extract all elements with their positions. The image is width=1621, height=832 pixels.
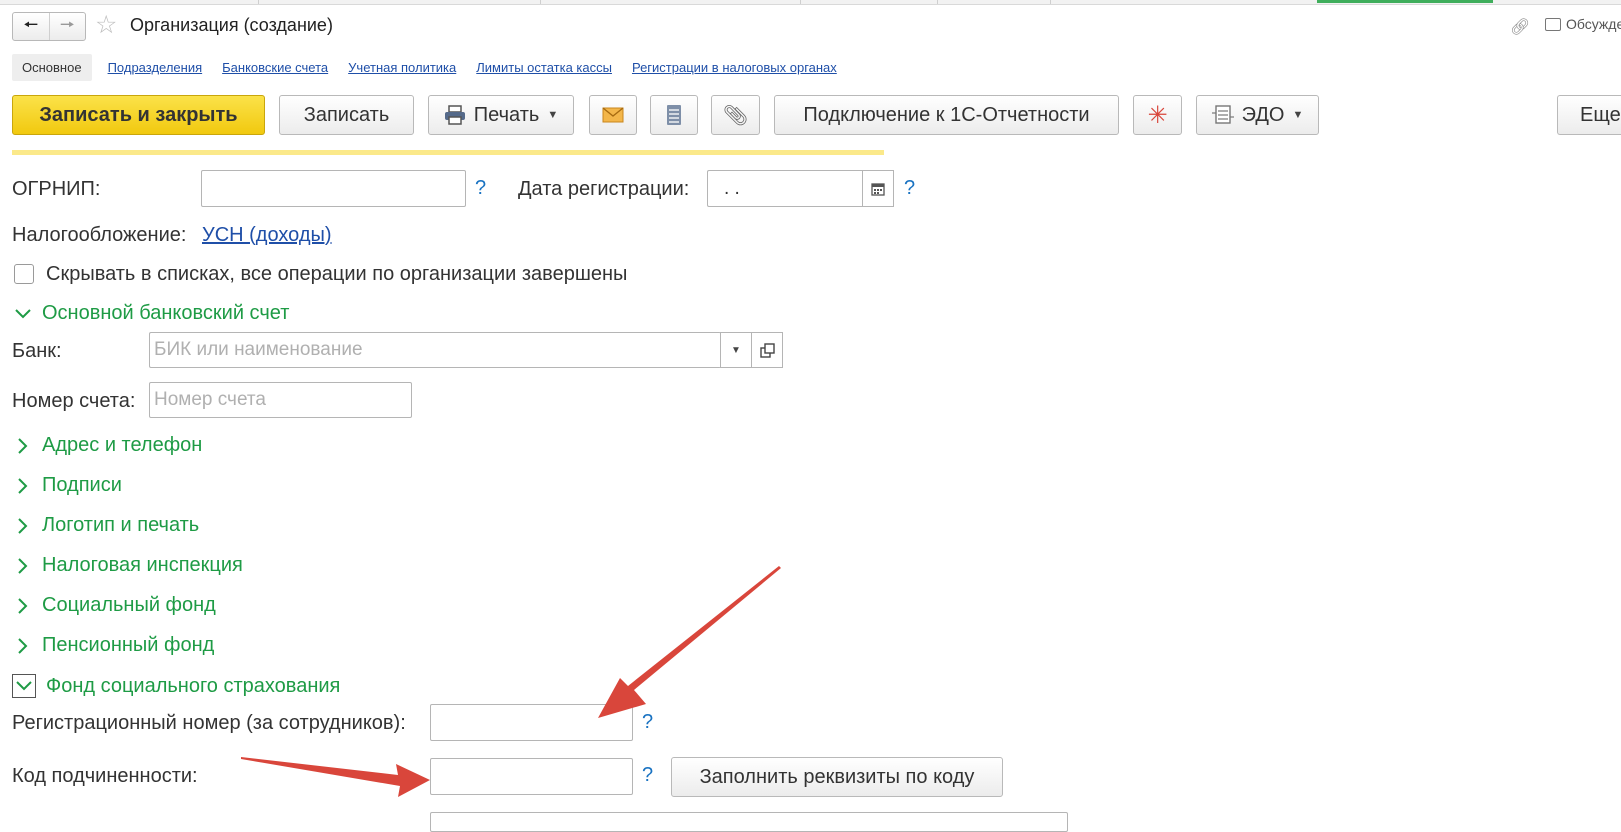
annotation-arrows xyxy=(241,566,781,797)
annotation-arrow-bottom xyxy=(241,757,430,797)
annotation-arrow-top xyxy=(598,566,781,718)
